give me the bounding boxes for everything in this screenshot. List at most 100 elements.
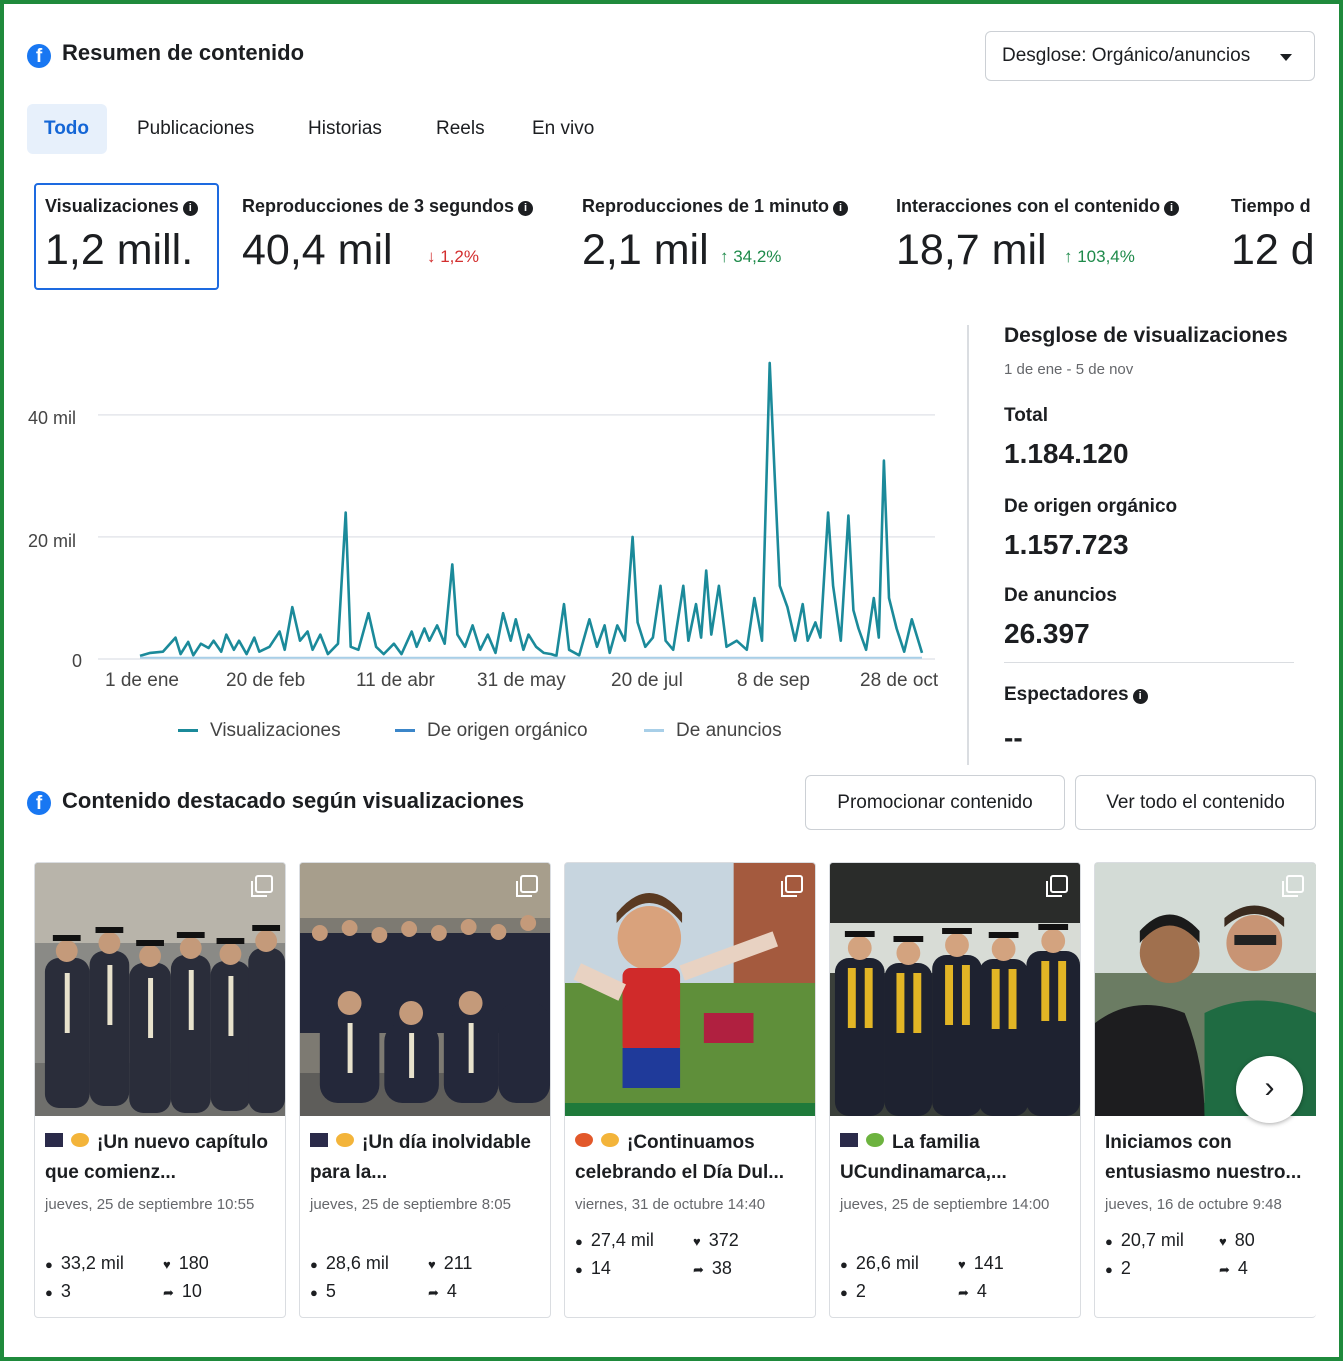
views-line-chart: [98, 361, 935, 660]
legend-item-anuncios[interactable]: De anuncios: [644, 720, 782, 742]
eye-icon: ●: [840, 1257, 848, 1272]
eye-icon: ●: [310, 1257, 318, 1272]
comments-stat: ● 14: [575, 1258, 611, 1278]
share-icon: ➦: [958, 1285, 969, 1300]
share-icon: ➦: [1219, 1262, 1230, 1277]
card-date: jueves, 25 de septiembre 10:55: [45, 1196, 255, 1213]
viewers-value: --: [1004, 722, 1023, 753]
ads-label: De anuncios: [1004, 585, 1117, 606]
graduation-cap-icon: [310, 1133, 328, 1147]
card-date: jueves, 16 de octubre 9:48: [1105, 1196, 1282, 1213]
comments-stat: ● 5: [310, 1281, 336, 1301]
series-line-visualizaciones: [139, 361, 924, 658]
x-tick-label: 11 de abr: [356, 670, 435, 691]
post-thumbnail: [300, 863, 550, 1116]
card-date: jueves, 25 de septiembre 8:05: [310, 1196, 511, 1213]
x-tick-label: 8 de sep: [737, 670, 810, 691]
caret-down-icon: [1280, 54, 1292, 61]
likes-stat: ♥ 180: [163, 1253, 209, 1273]
viewers-label: Espectadores i: [1004, 684, 1148, 706]
legend-item-organico[interactable]: De origen orgánico: [395, 720, 588, 742]
content-card[interactable]: ¡Continuamos celebrando el Día Dul... vi…: [564, 862, 816, 1318]
legend-swatch: [395, 729, 415, 733]
multi-photo-icon: [1046, 875, 1068, 897]
graduation-cap-icon: [840, 1133, 858, 1147]
heart-icon: ♥: [693, 1234, 701, 1249]
metric-label[interactable]: Tiempo d: [1231, 196, 1311, 217]
pumpkin-icon: [575, 1133, 593, 1147]
card-title: ¡Un nuevo capítulo que comienz...: [45, 1132, 268, 1183]
post-thumbnail: [35, 863, 285, 1116]
card-title: ¡Continuamos celebrando el Día Dul...: [575, 1132, 785, 1183]
comments-stat: ● 2: [840, 1281, 866, 1301]
x-tick-label: 20 de jul: [611, 670, 683, 691]
content-card[interactable]: ¡Un nuevo capítulo que comienz... jueves…: [34, 862, 286, 1318]
ads-value: 26.397: [1004, 618, 1090, 649]
comment-icon: ●: [310, 1285, 318, 1300]
card-title: Iniciamos con entusiasmo nuestro...: [1105, 1132, 1302, 1183]
divider: [1004, 662, 1294, 663]
heart-icon: ♥: [958, 1257, 966, 1272]
eye-icon: ●: [45, 1257, 53, 1272]
share-icon: ➦: [428, 1285, 439, 1300]
breakdown-dropdown[interactable]: Desglose: Orgánico/anuncios: [985, 31, 1315, 81]
shares-stat: ➦ 4: [1219, 1258, 1248, 1278]
share-icon: ➦: [163, 1285, 174, 1300]
legend-swatch: [644, 729, 664, 733]
views-stat: ● 28,6 mil: [310, 1253, 389, 1273]
sparkles-icon: [601, 1133, 619, 1147]
chevron-right-icon: ›: [1264, 1071, 1275, 1104]
likes-stat: ♥ 141: [958, 1253, 1004, 1273]
x-tick-label: 20 de feb: [226, 670, 306, 691]
likes-stat: ♥ 211: [428, 1253, 473, 1273]
likes-stat: ♥ 80: [1219, 1230, 1255, 1250]
shares-stat: ➦ 10: [163, 1281, 202, 1301]
leaf-icon: [866, 1133, 884, 1147]
comments-stat: ● 3: [45, 1281, 71, 1301]
post-thumbnail: [830, 863, 1080, 1116]
comment-icon: ●: [840, 1285, 848, 1300]
x-tick-label: 1 de ene: [105, 670, 179, 691]
heart-icon: ♥: [163, 1257, 171, 1272]
facebook-icon: f: [27, 791, 51, 815]
sparkles-icon: [71, 1133, 89, 1147]
shares-stat: ➦ 38: [693, 1258, 732, 1278]
share-icon: ➦: [693, 1262, 704, 1277]
multi-photo-icon: [251, 875, 273, 897]
breakdown-date-range: 1 de ene - 5 de nov: [1004, 361, 1134, 378]
multi-photo-icon: [1282, 875, 1304, 897]
shares-stat: ➦ 4: [428, 1281, 457, 1301]
eye-icon: ●: [1105, 1234, 1113, 1249]
metric-change-up: ↑ 103,4%: [1064, 247, 1135, 266]
content-card[interactable]: La familia UCundinamarca,... jueves, 25 …: [829, 862, 1081, 1318]
card-date: jueves, 25 de septiembre 14:00: [840, 1196, 1050, 1213]
view-all-button[interactable]: Ver todo el contenido: [1075, 775, 1316, 830]
views-stat: ● 33,2 mil: [45, 1253, 124, 1273]
info-icon[interactable]: i: [1132, 689, 1148, 704]
organic-label: De origen orgánico: [1004, 496, 1178, 517]
heart-icon: ♥: [1219, 1234, 1227, 1249]
comment-icon: ●: [1105, 1262, 1113, 1277]
organic-value: 1.157.723: [1004, 529, 1129, 560]
info-icon[interactable]: i: [1164, 201, 1180, 216]
views-stat: ● 26,6 mil: [840, 1253, 919, 1273]
comments-stat: ● 2: [1105, 1258, 1131, 1278]
post-thumbnail: [565, 863, 815, 1116]
likes-stat: ♥ 372: [693, 1230, 739, 1250]
views-stat: ● 27,4 mil: [575, 1230, 654, 1250]
legend-swatch: [178, 729, 198, 733]
breakdown-title: Desglose de visualizaciones: [1004, 324, 1288, 347]
views-stat: ● 20,7 mil: [1105, 1230, 1184, 1250]
heart-icon: ♥: [428, 1257, 436, 1272]
carousel-next-button[interactable]: ›: [1236, 1056, 1303, 1123]
content-card[interactable]: ¡Un día inolvidable para la... jueves, 2…: [299, 862, 551, 1318]
multi-photo-icon: [516, 875, 538, 897]
comment-icon: ●: [575, 1262, 583, 1277]
legend-item-visualizaciones[interactable]: Visualizaciones: [178, 720, 341, 742]
promote-button[interactable]: Promocionar contenido: [805, 775, 1065, 830]
metric-value: 12 d: [1231, 226, 1315, 274]
card-title: ¡Un día inolvidable para la...: [310, 1132, 531, 1183]
multi-photo-icon: [781, 875, 803, 897]
total-label: Total: [1004, 405, 1048, 426]
eye-icon: ●: [575, 1234, 583, 1249]
